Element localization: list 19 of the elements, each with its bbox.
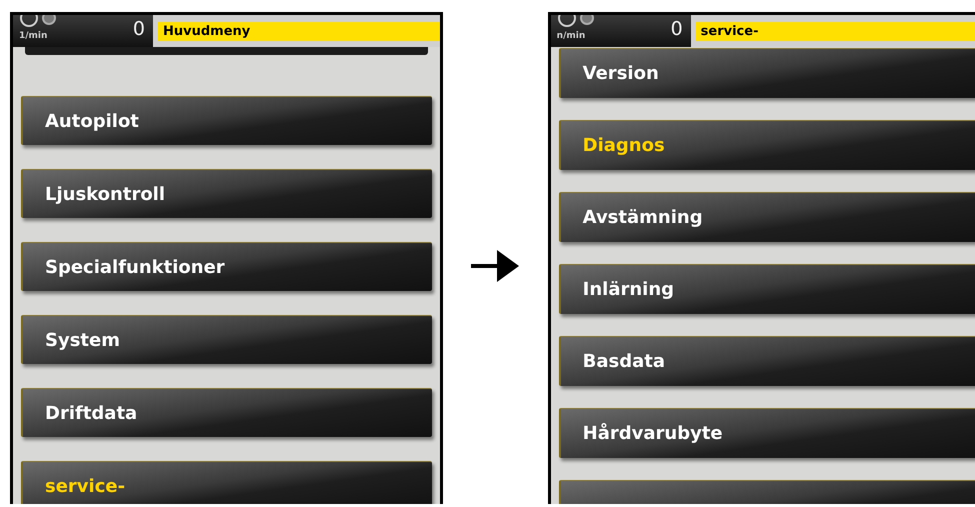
right-arrow-icon (471, 250, 520, 282)
menu-item[interactable]: Ljuskontroll (21, 169, 432, 218)
menu-title: service- (696, 22, 975, 41)
menu-item[interactable]: Autopilot (21, 96, 432, 145)
menu-item[interactable]: service- (21, 461, 432, 504)
speed-value: 0 (132, 17, 145, 42)
menu-item[interactable]: Diagnos (558, 120, 975, 170)
unit-label: n/min (556, 31, 586, 41)
menu-item[interactable]: Basdata (558, 336, 975, 386)
unit-label: 1/min (19, 31, 48, 41)
menu-item[interactable]: Avstämning (558, 192, 975, 242)
menu-item[interactable]: Hårdvarubyte (558, 408, 975, 458)
menu-item[interactable]: Driftdata (21, 388, 432, 437)
menu-title: Huvudmeny (158, 22, 440, 41)
menu-item[interactable]: Inlärning (558, 264, 975, 314)
menu-item[interactable]: Version (558, 48, 975, 98)
speed-value: 0 (670, 17, 683, 42)
menu-item[interactable]: System (21, 315, 432, 364)
menu-item[interactable]: Specialfunktioner (21, 242, 432, 291)
